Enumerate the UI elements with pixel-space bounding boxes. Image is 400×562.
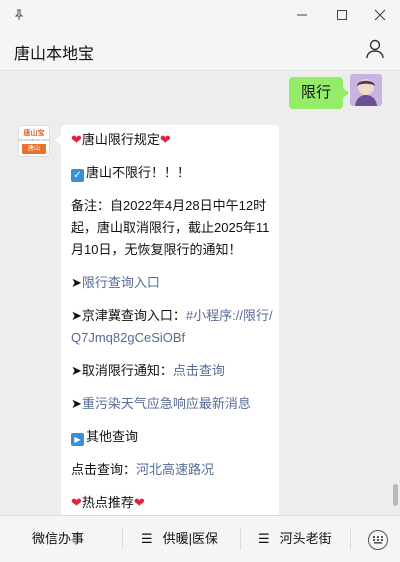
close-icon[interactable] — [369, 4, 391, 26]
heart-icon: ❤ — [71, 132, 82, 147]
menu-divider — [350, 528, 351, 550]
arrow-icon: ➤ — [71, 363, 82, 378]
title-bar — [0, 0, 400, 30]
menu-item-heating-label: 供暖|医保 — [162, 531, 219, 546]
highway-label: 点击查询： — [71, 462, 137, 477]
hot-line: ❤热点推荐❤ — [71, 492, 145, 514]
click-query-link[interactable]: 点击查询 — [173, 363, 225, 378]
menu-item-heating[interactable]: ☰ 供暖|医保 — [141, 516, 218, 562]
pollution-news-link[interactable]: 重污染天气应急响应最新消息 — [82, 396, 251, 411]
query-entry-line: ➤限行查询入口 — [71, 272, 160, 294]
highway-line: 点击查询：河北高速路况 — [71, 459, 214, 481]
menu-lines-icon: ☰ — [258, 531, 270, 546]
heading-line: ❤唐山限行规定❤ — [71, 129, 171, 151]
miniprogram-link-code[interactable]: Q7Jmq82gCeSiOBf — [71, 330, 185, 345]
arrow-icon: ➤ — [71, 275, 82, 290]
chat-header: 唐山本地宝 — [0, 30, 400, 71]
note-line-3: 月10日，无恢复限行的通知！ — [71, 242, 242, 257]
user-message-bubble[interactable]: 限行 — [288, 77, 350, 109]
chat-area: 限行 唐山宝 ts.bendibao.com 唐山 ❤唐山限行规定❤ ✓ 唐山不限… — [0, 71, 400, 515]
scrollbar-thumb[interactable] — [393, 484, 398, 506]
bot-avatar-url: ts.bendibao.com — [19, 137, 49, 142]
cancel-notice-label: 取消限行通知： — [81, 363, 173, 378]
query-entry-link[interactable]: 限行查询入口 — [82, 275, 160, 290]
menu-divider — [240, 528, 241, 550]
miniprogram-link[interactable]: #小程序://限行/ — [186, 308, 273, 323]
menu-bar: 微信办事 ☰ 供暖|医保 ☰ 河头老街 — [0, 515, 400, 562]
bot-message-bubble: ❤唐山限行规定❤ ✓ 唐山不限行！！！ 备注：自2022年4月28日中午12时 起… — [55, 125, 279, 515]
minimize-icon[interactable] — [291, 4, 313, 26]
no-restriction-line: ✓ 唐山不限行！！！ — [71, 162, 190, 184]
other-query-text: 其他查询 — [86, 429, 139, 444]
highway-link[interactable]: 河北高速路况 — [136, 462, 214, 477]
jjj-entry-line: ➤京津冀查询入口：#小程序://限行/ — [71, 305, 273, 327]
bot-avatar[interactable]: 唐山宝 ts.bendibao.com 唐山 — [18, 125, 50, 157]
arrow-icon: ➤ — [71, 396, 82, 411]
jjj-entry-line-2: Q7Jmq82gCeSiOBf — [71, 327, 185, 349]
pin-icon[interactable] — [8, 4, 30, 26]
pollution-line: ➤重污染天气应急响应最新消息 — [71, 393, 251, 415]
note-line-1: 备注：自2022年4月28日中午12时 — [71, 198, 267, 213]
person-icon[interactable] — [364, 38, 386, 60]
menu-item-hetou[interactable]: ☰ 河头老街 — [258, 516, 332, 562]
no-restriction-text: 唐山不限行！！！ — [86, 165, 191, 180]
other-query-line: ▶ 其他查询 — [71, 426, 138, 448]
menu-item-hetou-label: 河头老街 — [279, 531, 332, 546]
hot-text: 热点推荐 — [81, 495, 134, 510]
menu-item-wechat-service[interactable]: 微信办事 — [32, 516, 84, 562]
bot-avatar-city: 唐山 — [22, 144, 46, 154]
heart-icon: ❤ — [133, 495, 145, 510]
checkbox-icon: ✓ — [71, 169, 84, 182]
user-avatar[interactable] — [350, 74, 382, 106]
play-icon: ▶ — [71, 433, 84, 446]
heart-icon: ❤ — [71, 495, 82, 510]
maximize-icon[interactable] — [331, 4, 353, 26]
heart-icon: ❤ — [159, 132, 171, 147]
keyboard-icon[interactable] — [368, 530, 388, 550]
menu-divider — [122, 528, 123, 550]
heading-text: 唐山限行规定 — [81, 132, 160, 147]
menu-lines-icon: ☰ — [141, 531, 153, 546]
cancel-notice-line: ➤取消限行通知：点击查询 — [71, 360, 225, 382]
note-line-2: 起，唐山取消限行，截止2025年11 — [71, 220, 270, 235]
chat-title: 唐山本地宝 — [14, 46, 95, 63]
arrow-icon: ➤ — [71, 308, 82, 323]
jjj-entry-label: 京津冀查询入口： — [81, 308, 186, 323]
